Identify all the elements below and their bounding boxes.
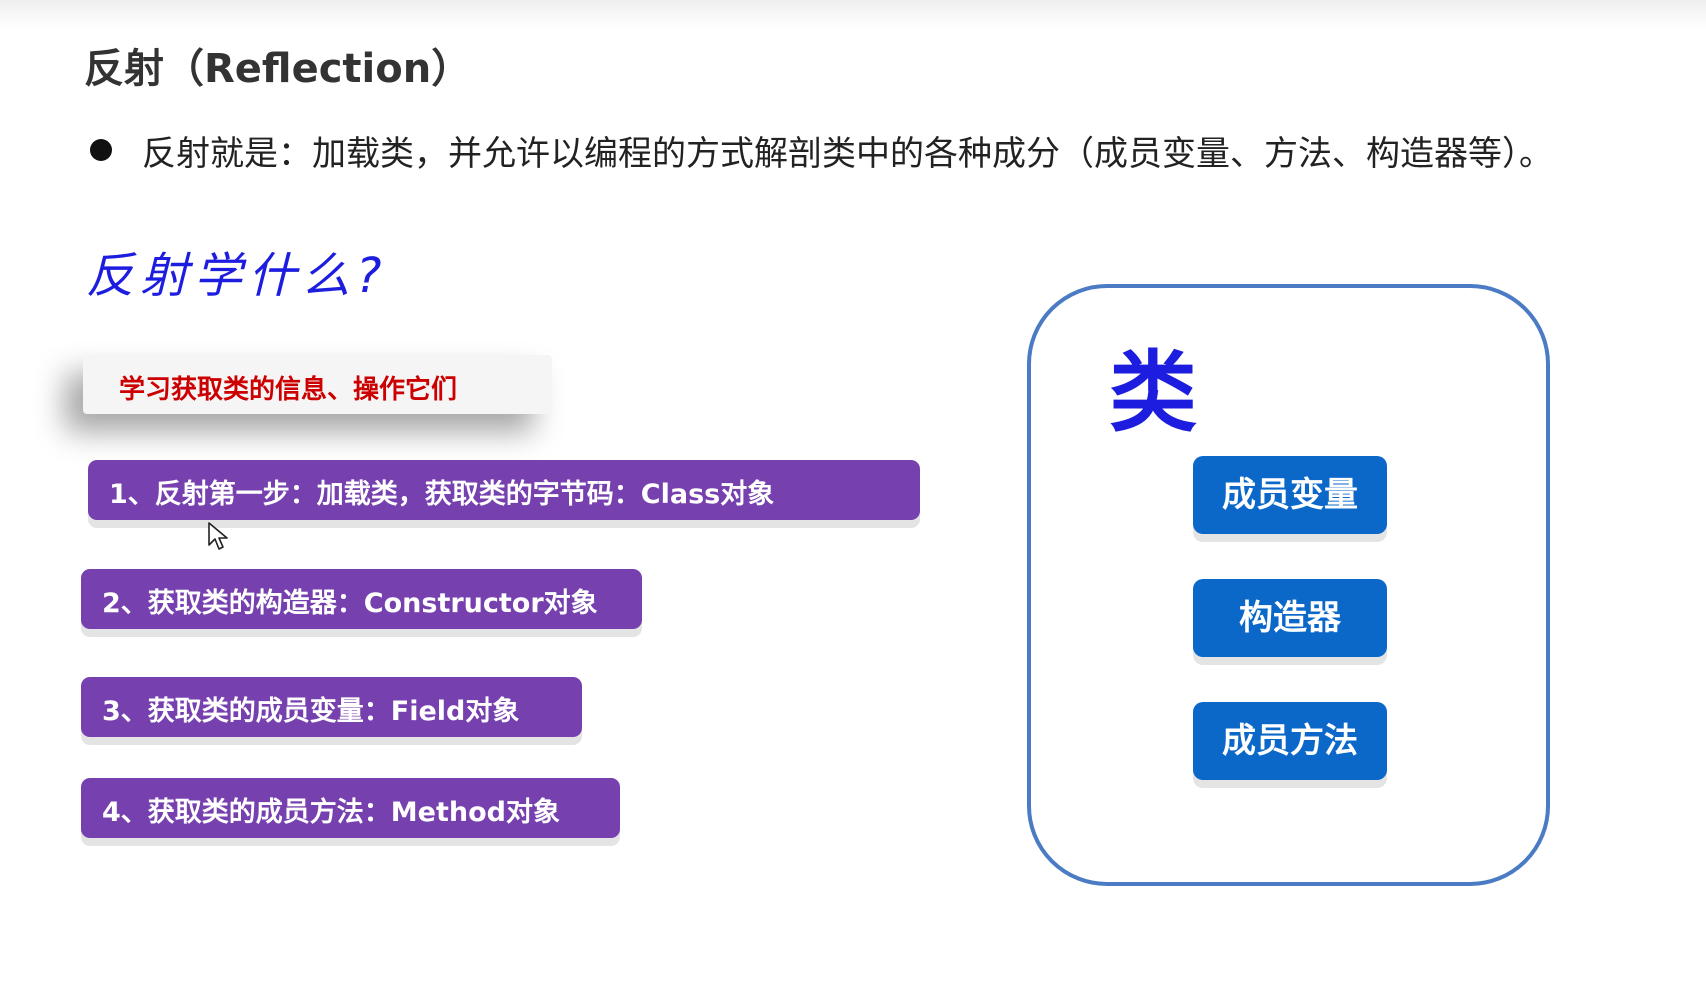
step-1-label: 1、反射第一步：加载类，获取类的字节码：Class对象 bbox=[109, 479, 775, 510]
member-constructors-box: 构造器 bbox=[1193, 579, 1387, 657]
member-fields-box: 成员变量 bbox=[1193, 456, 1387, 534]
definition-text: 反射就是：加载类，并允许以编程的方式解剖类中的各种成分（成员变量、方法、构造器等… bbox=[142, 134, 1553, 174]
step-1: 1、反射第一步：加载类，获取类的字节码：Class对象 bbox=[88, 460, 920, 520]
slide-title: 反射（Reflection） bbox=[84, 46, 472, 92]
step-2-label: 2、获取类的构造器：Constructor对象 bbox=[102, 588, 598, 619]
step-2: 2、获取类的构造器：Constructor对象 bbox=[81, 569, 642, 629]
learn-label-box: 学习获取类的信息、操作它们 bbox=[83, 355, 552, 414]
step-3: 3、获取类的成员变量：Field对象 bbox=[81, 677, 582, 737]
step-3-label: 3、获取类的成员变量：Field对象 bbox=[102, 696, 520, 727]
member-methods-box: 成员方法 bbox=[1193, 702, 1387, 780]
step-4: 4、获取类的成员方法：Method对象 bbox=[81, 778, 620, 838]
top-shade bbox=[0, 0, 1706, 30]
step-4-label: 4、获取类的成员方法：Method对象 bbox=[102, 797, 560, 828]
learn-label-text: 学习获取类的信息、操作它们 bbox=[119, 375, 458, 405]
mouse-pointer-icon bbox=[208, 522, 228, 550]
question-heading: 反射学什么? bbox=[86, 248, 388, 304]
definition-row: 反射就是：加载类，并允许以编程的方式解剖类中的各种成分（成员变量、方法、构造器等… bbox=[90, 126, 1690, 176]
class-label: 类 bbox=[1109, 341, 1198, 444]
bullet-dot-icon bbox=[90, 139, 112, 161]
class-diagram-box: 类 成员变量 构造器 成员方法 bbox=[1027, 284, 1550, 886]
